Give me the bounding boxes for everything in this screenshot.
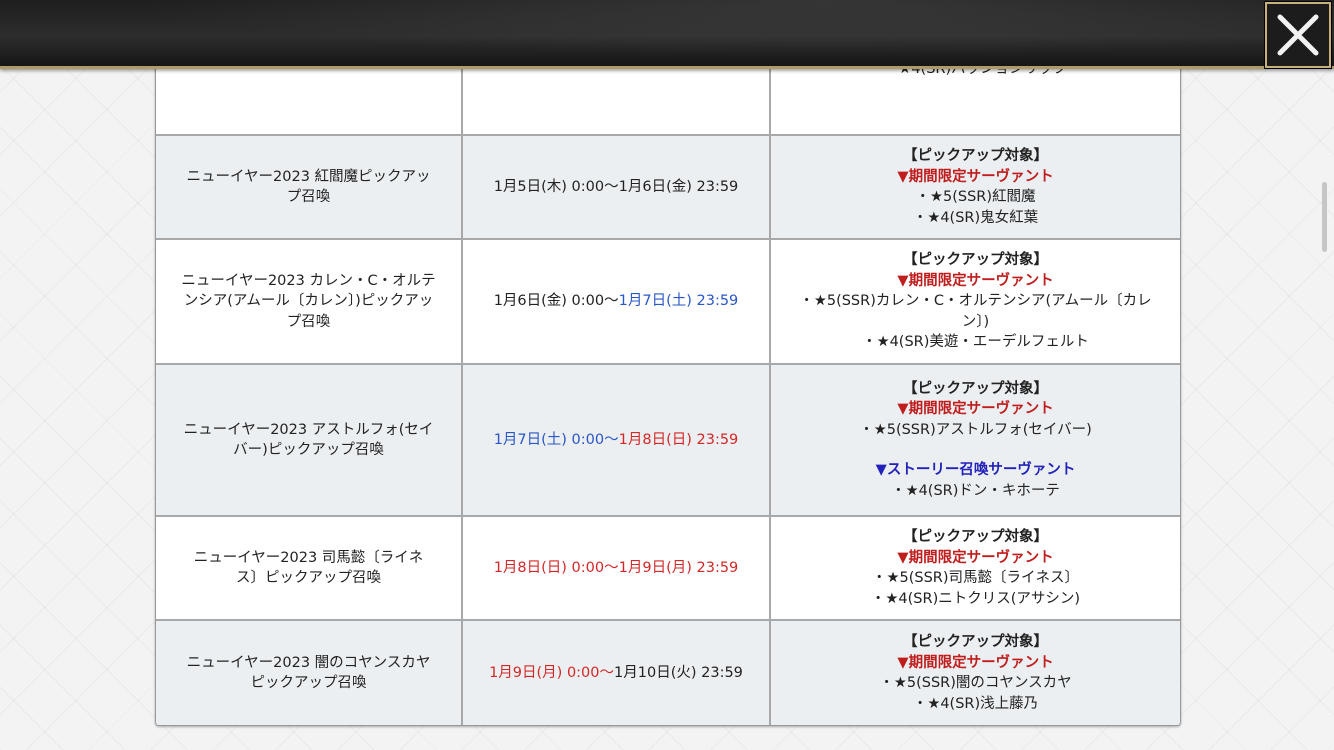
servant-item: ン〕) (961, 313, 990, 330)
period-cell: 1月5日(木) 0:00〜1月6日(金) 23:59 (463, 136, 771, 238)
limited-servant-label: ▼期間限定サーヴァント (897, 401, 1054, 418)
pickup-header: 【ピックアップ対象】 (903, 634, 1048, 650)
story-servant-label: ▼ストーリー召喚サーヴァント (875, 462, 1076, 479)
summon-name-line: ニューイヤー2023 カレン・C・オルテ (181, 272, 436, 289)
period-segment: 1月8日(日) 23:59 (618, 431, 739, 448)
table-row: ニューイヤー2023 司馬懿〔ライネ ス〕ピックアップ召喚 1月8日(日) 0:00… (156, 517, 1180, 621)
table-row: ニューイヤー2023 闇のコヤンスカヤ ピックアップ召喚 1月9日(月) 0:00〜… (156, 621, 1180, 725)
summon-name-cell: ニューイヤー2023 司馬懿〔ライネ ス〕ピックアップ召喚 (156, 517, 463, 619)
period-cell: 1月7日(土) 0:00〜1月8日(日) 23:59 (463, 365, 771, 515)
summon-name-line: ニューイヤー2023 アストルフォ(セイ (183, 421, 434, 438)
period-segment: 1月5日(木) 0:00〜1月6日(金) 23:59 (493, 178, 739, 195)
limited-servant-label: ▼期間限定サーヴァント (897, 549, 1054, 566)
summon-name-line: ス〕ピックアップ召喚 (236, 570, 381, 586)
gacha-schedule-table: ニューイヤー2023 キングプロテアピックアップ召喚1月4日(水) 0:00〜1… (155, 0, 1181, 726)
period-cell: 1月6日(金) 0:00〜1月7日(土) 23:59 (463, 240, 771, 363)
servant-item: ・★5(SSR)紅閻魔 (915, 189, 1036, 205)
summon-name-line: プ召喚 (286, 313, 331, 330)
summon-name-line: ンシア(アムール〔カレン〕)ピックアッ (183, 293, 434, 310)
servant-item: ・★4(SR)鬼女紅葉 (912, 209, 1039, 226)
servant-item: ・★5(SSR)司馬懿〔ライネス〕 (871, 570, 1080, 586)
period-segment: 1月7日(土) 23:59 (618, 293, 739, 310)
pickup-header: 【ピックアップ対象】 (903, 148, 1048, 164)
servant-item: ・★5(SSR)アストルフォ(セイバー) (859, 421, 1092, 438)
close-button[interactable] (1264, 1, 1332, 69)
period-segment: 1月6日(金) 0:00〜 (493, 293, 619, 310)
servant-item: ・★4(SR)ドン・キホーテ (891, 482, 1060, 499)
servant-item: ・★5(SSR)闇のコヤンスカヤ (879, 675, 1072, 691)
period-segment: 1月7日(土) 0:00〜 (493, 431, 619, 448)
close-x-icon (1277, 14, 1319, 56)
period-cell: 1月8日(日) 0:00〜1月9日(月) 23:59 (463, 517, 771, 619)
scrollbar-thumb[interactable] (1322, 182, 1327, 252)
period-text: 1月5日(木) 0:00〜1月6日(金) 23:59 (494, 177, 739, 198)
servant-item: ・★5(SSR)カレン・C・オルテンシア(アムール〔カレ (799, 293, 1152, 310)
pickup-target-cell: 【ピックアップ対象】 ▼期間限定サーヴァント・★5(SSR)アストルフォ(セイバー… (771, 365, 1180, 515)
summon-name-cell: ニューイヤー2023 カレン・C・オルテ ンシア(アムール〔カレン〕)ピックアップ… (156, 240, 463, 363)
limited-servant-label: ▼期間限定サーヴァント (897, 272, 1054, 289)
period-text: 1月7日(土) 0:00〜1月8日(日) 23:59 (494, 430, 739, 451)
pickup-target-cell: 【ピックアップ対象】 ▼期間限定サーヴァント・★5(SSR)闇のコヤンスカヤ ・★4… (771, 621, 1180, 725)
summon-name-line: ニューイヤー2023 紅閻魔ピックアッ (186, 168, 431, 185)
period-segment: 1月9日(月) 0:00〜 (489, 664, 615, 681)
pickup-target-cell: 【ピックアップ対象】 ▼期間限定サーヴァント・★5(SSR)カレン・C・オルテンシ… (771, 240, 1180, 363)
summon-name-line: バー)ピックアップ召喚 (233, 442, 384, 458)
servant-item: ・★4(SR)美遊・エーデルフェルト (862, 334, 1089, 351)
period-segment: 1月8日(日) 0:00〜1月9日(月) 23:59 (493, 559, 739, 576)
summon-name-cell: ニューイヤー2023 闇のコヤンスカヤ ピックアップ召喚 (156, 621, 463, 725)
summon-name-line: ピックアップ召喚 (250, 675, 367, 691)
pickup-target-cell: 【ピックアップ対象】 ▼期間限定サーヴァント・★5(SSR)司馬懿〔ライネス〕 ・★… (771, 517, 1180, 619)
summon-name-cell: ニューイヤー2023 紅閻魔ピックアッ プ召喚 (156, 136, 463, 238)
servant-item: ・★4(SR)浅上藤乃 (912, 695, 1039, 712)
pickup-target-cell: 【ピックアップ対象】 ▼期間限定サーヴァント ・★5(SSR)紅閻魔 ・★4(SR)鬼… (771, 136, 1180, 238)
period-cell: 1月9日(月) 0:00〜1月10日(火) 23:59 (463, 621, 771, 725)
period-text: 1月8日(日) 0:00〜1月9日(月) 23:59 (494, 558, 739, 579)
summon-name-line: ニューイヤー2023 闇のコヤンスカヤ (186, 654, 431, 671)
summon-name-cell: ニューイヤー2023 アストルフォ(セイ バー)ピックアップ召喚 (156, 365, 463, 515)
servant-item: ・★4(SR)ニトクリス(アサシン) (870, 590, 1081, 607)
summon-name-line: プ召喚 (286, 189, 331, 205)
table-row: ニューイヤー2023 紅閻魔ピックアッ プ召喚 1月5日(木) 0:00〜1月6日(… (156, 136, 1180, 240)
pickup-header: 【ピックアップ対象】 (903, 252, 1048, 269)
period-segment: 1月10日(火) 23:59 (614, 664, 743, 681)
limited-servant-label: ▼期間限定サーヴァント (897, 654, 1054, 671)
pickup-header: 【ピックアップ対象】 (903, 529, 1048, 545)
period-text: 1月6日(金) 0:00〜1月7日(土) 23:59 (494, 291, 739, 312)
table-row: ニューイヤー2023 カレン・C・オルテ ンシア(アムール〔カレン〕)ピックアップ… (156, 240, 1180, 365)
summon-name-line: ニューイヤー2023 司馬懿〔ライネ (193, 549, 424, 566)
top-bar (0, 0, 1334, 69)
table-row: ニューイヤー2023 アストルフォ(セイ バー)ピックアップ召喚 1月7日(土) 0… (156, 365, 1180, 517)
top-bar-texture (0, 0, 1334, 66)
pickup-header: 【ピックアップ対象】 (903, 380, 1048, 397)
limited-servant-label: ▼期間限定サーヴァント (897, 168, 1054, 185)
period-text: 1月9日(月) 0:00〜1月10日(火) 23:59 (489, 663, 743, 684)
